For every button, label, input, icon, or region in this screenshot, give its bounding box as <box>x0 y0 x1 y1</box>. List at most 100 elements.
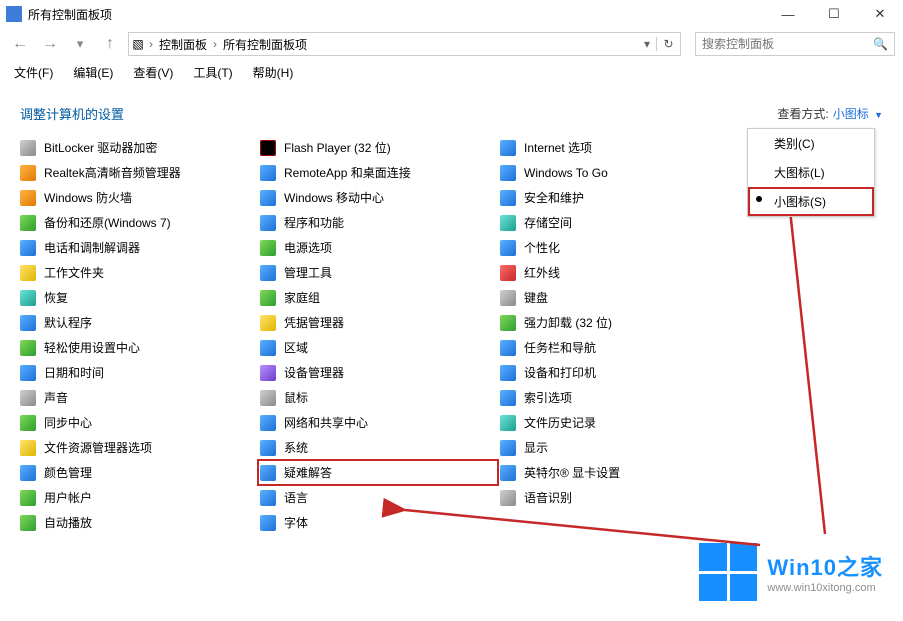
control-panel-item[interactable]: RemoteApp 和桌面连接 <box>258 160 498 185</box>
control-panel-item[interactable]: 用户帐户 <box>18 485 258 510</box>
control-panel-item[interactable]: 设备和打印机 <box>498 360 738 385</box>
control-panel-item[interactable]: 存储空间 <box>498 210 738 235</box>
item-label: Internet 选项 <box>524 139 592 156</box>
search-icon: 🔍 <box>873 37 888 51</box>
menu-item[interactable]: 编辑(E) <box>65 62 121 83</box>
control-panel-item[interactable]: 语言 <box>258 485 498 510</box>
control-panel-item[interactable]: 索引选项 <box>498 385 738 410</box>
control-panel-item[interactable]: 同步中心 <box>18 410 258 435</box>
control-panel-item[interactable]: Windows To Go <box>498 160 738 185</box>
control-panel-item[interactable]: 声音 <box>18 385 258 410</box>
back-button[interactable]: ← <box>8 32 32 56</box>
item-icon <box>20 440 36 456</box>
window-title: 所有控制面板项 <box>28 6 765 23</box>
viewby-value: 小图标 <box>833 107 869 121</box>
item-label: 电源选项 <box>284 239 332 256</box>
item-label: 键盘 <box>524 289 548 306</box>
viewby-label: 查看方式: <box>777 105 828 122</box>
control-panel-item[interactable]: 键盘 <box>498 285 738 310</box>
chevron-right-icon[interactable]: › <box>211 37 219 51</box>
control-panel-item[interactable]: Flash Player (32 位) <box>258 135 498 160</box>
menu-item[interactable]: 文件(F) <box>6 62 61 83</box>
control-panel-item[interactable]: 文件资源管理器选项 <box>18 435 258 460</box>
control-panel-item[interactable]: 文件历史记录 <box>498 410 738 435</box>
menu-item[interactable]: 查看(V) <box>125 62 181 83</box>
control-panel-item[interactable]: 日期和时间 <box>18 360 258 385</box>
control-panel-item[interactable]: 恢复 <box>18 285 258 310</box>
refresh-button[interactable]: ↻ <box>656 37 680 51</box>
control-panel-item[interactable]: 网络和共享中心 <box>258 410 498 435</box>
item-icon <box>20 365 36 381</box>
close-button[interactable]: ✕ <box>857 0 903 28</box>
item-icon <box>500 490 516 506</box>
dropdown-item[interactable]: 小图标(S) <box>748 187 874 216</box>
crumb-all-items[interactable]: 所有控制面板项 <box>219 36 311 53</box>
dropdown-item[interactable]: 类别(C) <box>748 129 874 158</box>
control-panel-item[interactable]: 个性化 <box>498 235 738 260</box>
control-panel-item[interactable]: 颜色管理 <box>18 460 258 485</box>
control-panel-item[interactable]: 电源选项 <box>258 235 498 260</box>
maximize-button[interactable]: ☐ <box>811 0 857 28</box>
control-panel-item[interactable]: Windows 防火墙 <box>18 185 258 210</box>
dropdown-item[interactable]: 大图标(L) <box>748 158 874 187</box>
control-panel-item[interactable]: 电话和调制解调器 <box>18 235 258 260</box>
item-icon <box>260 390 276 406</box>
up-button[interactable]: ↑ <box>98 32 122 56</box>
item-label: 显示 <box>524 439 548 456</box>
viewby-selector[interactable]: 小图标 ▼ <box>833 105 883 122</box>
control-panel-item[interactable]: 鼠标 <box>258 385 498 410</box>
item-label: 区域 <box>284 339 308 356</box>
recent-dropdown[interactable]: ▾ <box>68 32 92 56</box>
search-box[interactable]: 🔍 <box>695 32 895 56</box>
chevron-right-icon[interactable]: › <box>147 37 155 51</box>
address-dropdown[interactable]: ▾ <box>638 37 656 51</box>
minimize-button[interactable]: — <box>765 0 811 28</box>
control-panel-item[interactable]: 英特尔® 显卡设置 <box>498 460 738 485</box>
control-panel-item[interactable]: 字体 <box>258 510 498 535</box>
item-label: Windows 防火墙 <box>44 189 132 206</box>
control-panel-item[interactable]: 默认程序 <box>18 310 258 335</box>
item-icon <box>260 465 276 481</box>
item-label: 系统 <box>284 439 308 456</box>
control-panel-item[interactable]: 管理工具 <box>258 260 498 285</box>
control-panel-item[interactable]: 程序和功能 <box>258 210 498 235</box>
item-label: 网络和共享中心 <box>284 414 368 431</box>
control-panel-item[interactable]: 强力卸载 (32 位) <box>498 310 738 335</box>
item-label: 语音识别 <box>524 489 572 506</box>
control-panel-item[interactable]: 安全和维护 <box>498 185 738 210</box>
item-label: 个性化 <box>524 239 560 256</box>
control-panel-item[interactable]: 备份和还原(Windows 7) <box>18 210 258 235</box>
control-panel-item[interactable]: 红外线 <box>498 260 738 285</box>
control-panel-item[interactable]: 系统 <box>258 435 498 460</box>
control-panel-item[interactable]: Realtek高清晰音频管理器 <box>18 160 258 185</box>
control-panel-item[interactable]: 疑难解答 <box>258 460 498 485</box>
control-panel-item[interactable]: 任务栏和导航 <box>498 335 738 360</box>
control-panel-item[interactable]: 显示 <box>498 435 738 460</box>
menubar: 文件(F)编辑(E)查看(V)工具(T)帮助(H) <box>0 60 903 84</box>
control-panel-item[interactable]: 家庭组 <box>258 285 498 310</box>
control-panel-item[interactable]: 工作文件夹 <box>18 260 258 285</box>
window-buttons: — ☐ ✕ <box>765 0 903 28</box>
item-icon <box>260 415 276 431</box>
control-panel-item[interactable]: 设备管理器 <box>258 360 498 385</box>
control-panel-item[interactable]: 区域 <box>258 335 498 360</box>
item-label: Realtek高清晰音频管理器 <box>44 164 181 181</box>
menu-item[interactable]: 帮助(H) <box>245 62 302 83</box>
item-label: 索引选项 <box>524 389 572 406</box>
control-panel-item[interactable]: Internet 选项 <box>498 135 738 160</box>
control-panel-item[interactable]: 自动播放 <box>18 510 258 535</box>
item-icon <box>260 240 276 256</box>
item-icon <box>260 290 276 306</box>
forward-button[interactable]: → <box>38 32 62 56</box>
control-panel-item[interactable]: BitLocker 驱动器加密 <box>18 135 258 160</box>
menu-item[interactable]: 工具(T) <box>185 62 240 83</box>
control-panel-item[interactable]: Windows 移动中心 <box>258 185 498 210</box>
control-panel-item[interactable]: 轻松使用设置中心 <box>18 335 258 360</box>
item-icon <box>260 490 276 506</box>
search-input[interactable] <box>702 37 873 51</box>
item-icon <box>260 365 276 381</box>
address-bar[interactable]: ▧ › 控制面板 › 所有控制面板项 ▾ ↻ <box>128 32 681 56</box>
control-panel-item[interactable]: 语音识别 <box>498 485 738 510</box>
control-panel-item[interactable]: 凭据管理器 <box>258 310 498 335</box>
crumb-control-panel[interactable]: 控制面板 <box>155 36 211 53</box>
